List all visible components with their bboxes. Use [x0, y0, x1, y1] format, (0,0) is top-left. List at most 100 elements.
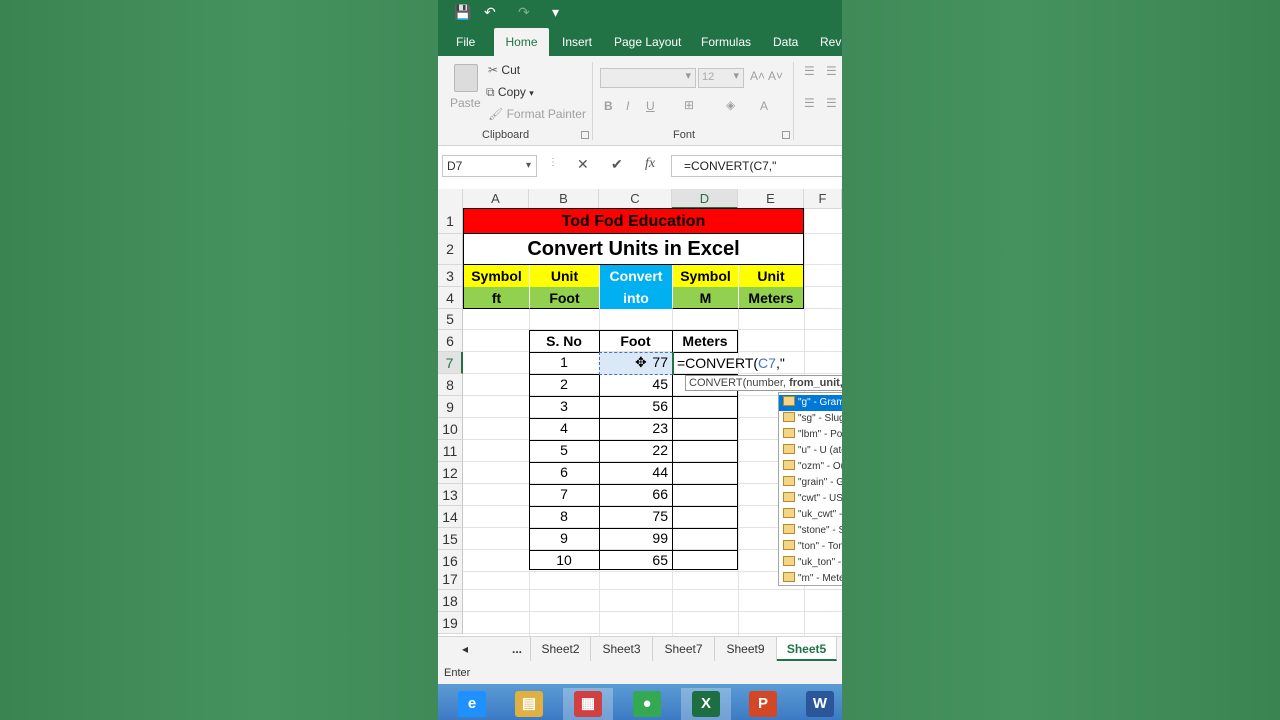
cancel-icon[interactable]: ✕ — [577, 156, 589, 173]
autocomplete-item[interactable]: "sg" - Slug — [779, 411, 842, 427]
name-box[interactable]: D7 ▾ — [442, 155, 537, 177]
more-sheets-button[interactable]: ... — [502, 637, 532, 661]
active-cell-d7[interactable]: =CONVERT(C7," — [672, 352, 842, 375]
taskbar-powerpoint-icon[interactable]: P — [738, 688, 788, 720]
cell-c3-convert-into[interactable]: Convert into — [599, 265, 672, 309]
format-painter-button[interactable]: 🖌 Format Painter — [488, 107, 586, 121]
shrink-font-button[interactable]: A˅ — [768, 69, 783, 83]
autocomplete-item[interactable]: "lbm" - Pound — [779, 427, 842, 443]
row-header-4[interactable]: 4 — [438, 287, 463, 309]
save-icon[interactable]: 💾 — [454, 3, 471, 21]
row-header-13[interactable]: 13 — [438, 484, 463, 506]
autocomplete-item[interactable]: "grain" - Grain — [779, 475, 842, 491]
row-header-14[interactable]: 14 — [438, 506, 463, 528]
cell-s-no[interactable]: 8 — [529, 508, 599, 524]
worksheet-grid[interactable]: A B C D E F 1 2 3 4 5 6 7 8 9 10 11 12 13 14 15 16 17 18 1… — [438, 186, 842, 636]
tab-file[interactable]: File — [450, 28, 481, 56]
cell-foot[interactable]: 22 — [599, 442, 668, 458]
tab-review[interactable]: Revi — [814, 28, 842, 56]
formula-input[interactable]: =CONVERT(C7," — [671, 155, 842, 177]
cell-b3[interactable]: Unit — [529, 265, 599, 287]
bold-button[interactable]: B — [604, 99, 613, 113]
autocomplete-item[interactable]: "u" - U (atomic) — [779, 443, 842, 459]
row-header-7[interactable]: 7 — [438, 352, 463, 374]
row-header-1[interactable]: 1 — [438, 208, 463, 234]
column-header-c[interactable]: C — [599, 189, 672, 209]
row-header-11[interactable]: 11 — [438, 440, 463, 462]
sheet-tab-sheet7[interactable]: Sheet7 — [653, 637, 715, 661]
tab-insert[interactable]: Insert — [556, 28, 598, 56]
taskbar-excel-icon[interactable]: X — [681, 688, 731, 720]
column-header-a[interactable]: A — [463, 189, 529, 209]
cell-foot[interactable]: 99 — [599, 530, 668, 546]
undo-icon[interactable]: ↶ — [484, 3, 496, 21]
column-header-d[interactable]: D — [672, 189, 738, 209]
taskbar-word-icon[interactable]: W — [795, 688, 842, 720]
header-foot[interactable]: Foot — [599, 330, 672, 352]
cell-s-no[interactable]: 10 — [529, 552, 599, 568]
select-all-corner[interactable] — [438, 189, 463, 209]
align-center-icon[interactable]: ☰ — [826, 96, 837, 110]
align-middle-icon[interactable]: ☰ — [826, 64, 837, 78]
header-s-no[interactable]: S. No — [529, 330, 599, 352]
row-header-12[interactable]: 12 — [438, 462, 463, 484]
cell-s-no[interactable]: 9 — [529, 530, 599, 546]
sheet-tab-sheet9[interactable]: Sheet9 — [715, 637, 777, 661]
sheet-tab-sheet5[interactable]: Sheet5 — [777, 637, 837, 661]
row-header-5[interactable]: 5 — [438, 309, 463, 330]
font-size-combo[interactable]: 12 ▾ — [698, 68, 744, 88]
cell-foot[interactable]: 65 — [599, 552, 668, 568]
font-name-combo[interactable]: ▾ — [600, 68, 696, 88]
row-header-19[interactable]: 19 — [438, 612, 463, 634]
row-header-18[interactable]: 18 — [438, 590, 463, 612]
cut-button[interactable]: ✂ Cut — [488, 63, 520, 77]
row-header-2[interactable]: 2 — [438, 234, 463, 265]
cell-s-no[interactable]: 5 — [529, 442, 599, 458]
sheet-tab-sheet2[interactable]: Sheet2 — [530, 637, 591, 661]
cell-s-no[interactable]: 6 — [529, 464, 599, 480]
row-header-17[interactable]: 17 — [438, 569, 463, 590]
paste-icon[interactable] — [454, 64, 478, 92]
cell-foot[interactable]: 44 — [599, 464, 668, 480]
subtitle-cell[interactable]: Convert Units in Excel — [463, 234, 804, 265]
column-header-b[interactable]: B — [529, 189, 599, 209]
autocomplete-item[interactable]: "cwt" - US hundredweight — [779, 491, 842, 507]
row-header-15[interactable]: 15 — [438, 528, 463, 550]
column-header-f[interactable]: F — [804, 189, 842, 209]
autocomplete-item[interactable]: "m" - Meter — [779, 571, 842, 585]
cell-s-no[interactable]: 3 — [529, 398, 599, 414]
tab-formulas[interactable]: Formulas — [695, 28, 757, 56]
autocomplete-item[interactable]: "ton" - Ton — [779, 539, 842, 555]
taskbar-chrome-icon[interactable]: ● — [622, 688, 672, 720]
align-left-icon[interactable]: ☰ — [804, 96, 815, 110]
font-launcher-icon[interactable] — [782, 131, 790, 139]
cell-foot[interactable]: 56 — [599, 398, 668, 414]
row-header-9[interactable]: 9 — [438, 396, 463, 418]
autocomplete-item[interactable]: "g" - Gram — [779, 395, 842, 411]
row-header-3[interactable]: 3 — [438, 265, 463, 287]
customize-quick-access-icon[interactable]: ▾ — [552, 3, 559, 21]
cell-a4[interactable]: ft — [463, 287, 529, 309]
cell-s-no[interactable]: 2 — [529, 376, 599, 392]
cell-e4[interactable]: Meters — [738, 287, 804, 309]
cell-d3[interactable]: Symbol — [672, 265, 738, 287]
clipboard-launcher-icon[interactable] — [581, 131, 589, 139]
row-header-8[interactable]: 8 — [438, 374, 463, 396]
autocomplete-item[interactable]: "uk_cwt" - Imperial — [779, 507, 842, 523]
cell-d4[interactable]: M — [672, 287, 738, 309]
borders-icon[interactable]: ⊞ — [684, 98, 694, 112]
taskbar-store-icon[interactable]: ▦ — [563, 688, 613, 720]
taskbar-explorer-icon[interactable]: ▤ — [504, 688, 554, 720]
italic-button[interactable]: I — [626, 99, 629, 113]
cell-foot[interactable]: 45 — [599, 376, 668, 392]
autocomplete-item[interactable]: "ozm" - Ounce — [779, 459, 842, 475]
cell-s-no[interactable]: 1 — [529, 354, 599, 370]
grow-font-button[interactable]: A˄ — [750, 69, 765, 83]
cell-foot[interactable]: 75 — [599, 508, 668, 524]
enter-icon[interactable]: ✔ — [611, 156, 623, 173]
copy-button[interactable]: ⧉ Copy ▾ — [486, 85, 534, 100]
cell-e3[interactable]: Unit — [738, 265, 804, 287]
taskbar-ie-icon[interactable]: e — [447, 688, 497, 720]
autocomplete-item[interactable]: "uk_ton" - Imperial ton — [779, 555, 842, 571]
scroll-left-icon[interactable]: ◂ — [450, 637, 480, 661]
